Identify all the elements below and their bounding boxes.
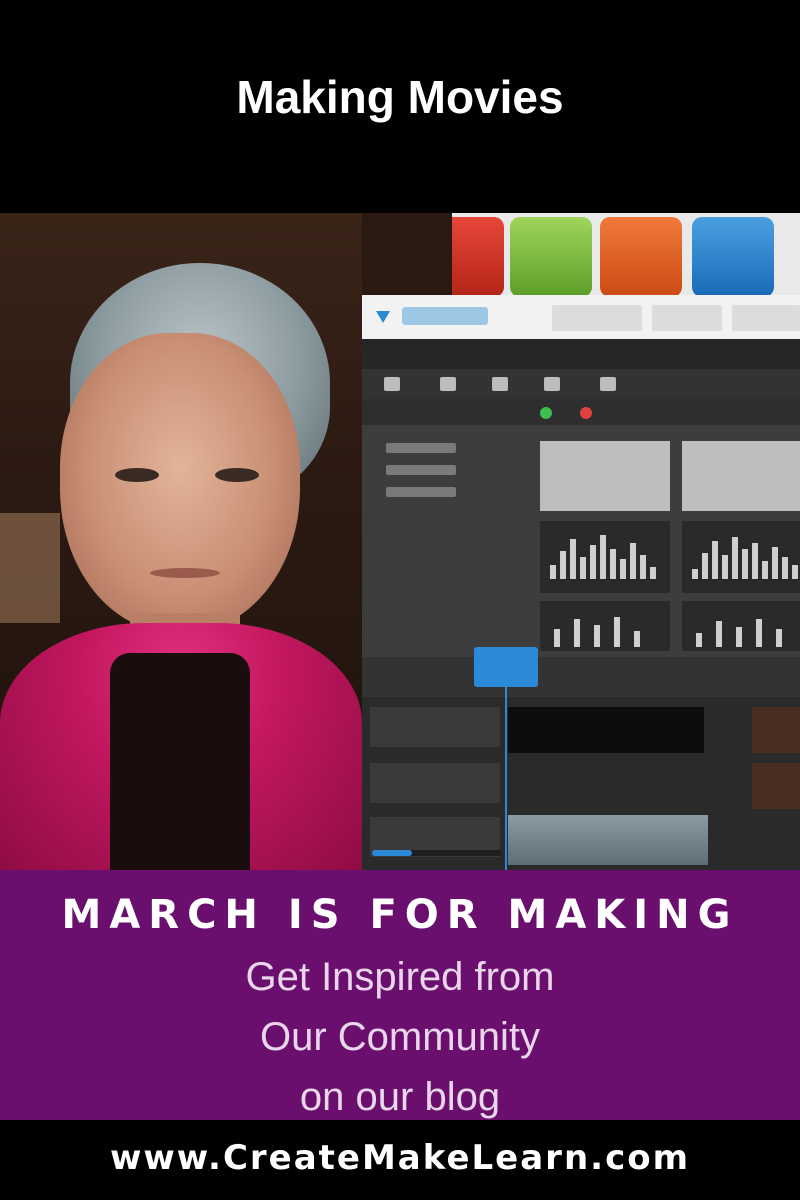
blue-letter-tile — [692, 217, 774, 297]
video-track-label — [370, 707, 500, 747]
editor-tab — [552, 305, 642, 331]
editor-tab — [732, 305, 800, 331]
zoom-slider-fill — [372, 850, 412, 856]
promo-headline: MARCH IS FOR MAKING — [61, 892, 739, 938]
editor-project-bar — [362, 339, 800, 369]
audio-waveform — [540, 521, 670, 593]
dark-shirt — [110, 653, 250, 870]
theme-icon — [600, 377, 616, 391]
header-band: Making Movies — [0, 0, 800, 213]
portrait-mouth — [150, 568, 220, 578]
transition-icon — [544, 377, 560, 391]
media-folder-item — [386, 465, 456, 475]
portrait-left-eye — [115, 468, 159, 482]
portrait-photo — [0, 213, 362, 870]
video-clip-thumbnail — [752, 763, 800, 809]
promo-line-2: Our Community — [259, 1015, 541, 1059]
audio-waveform — [540, 601, 670, 651]
audio-clip — [508, 815, 708, 865]
timeline-ruler — [362, 657, 800, 697]
promo-line-1: Get Inspired from — [245, 955, 555, 999]
red-letter-tile — [452, 217, 504, 297]
audio-waveform — [682, 521, 800, 593]
hero-photo — [0, 213, 800, 870]
playhead-marker — [474, 647, 538, 687]
background-light — [0, 513, 60, 623]
editor-logo — [402, 307, 488, 325]
editor-top-bar — [362, 295, 800, 339]
website-url: www.CreateMakeLearn.com — [109, 1138, 691, 1178]
text-icon — [440, 377, 456, 391]
letter-tiles-image — [452, 213, 800, 308]
video-clip — [508, 707, 704, 753]
media-thumbnail — [540, 441, 670, 511]
portrait-face — [60, 333, 300, 633]
video-editor-screenshot — [362, 295, 800, 870]
orange-letter-tile — [600, 217, 682, 297]
media-icon — [384, 377, 400, 391]
audio-waveform — [682, 601, 800, 651]
editor-logo-icon — [376, 311, 390, 323]
video-track-label — [370, 763, 500, 803]
green-letter-tile — [510, 217, 592, 297]
portrait-right-eye — [215, 468, 259, 482]
page-title: Making Movies — [236, 71, 564, 123]
media-thumbnail — [682, 441, 800, 511]
playhead-line — [505, 687, 507, 870]
film-icon — [492, 377, 508, 391]
record-icon — [580, 407, 592, 419]
video-clip-thumbnail — [752, 707, 800, 753]
media-folder-item — [386, 443, 456, 453]
promo-line-3: on our blog — [299, 1075, 501, 1119]
add-media-icon — [540, 407, 552, 419]
media-folder-item — [386, 487, 456, 497]
editor-toolbar — [362, 369, 800, 399]
editor-tab — [652, 305, 722, 331]
